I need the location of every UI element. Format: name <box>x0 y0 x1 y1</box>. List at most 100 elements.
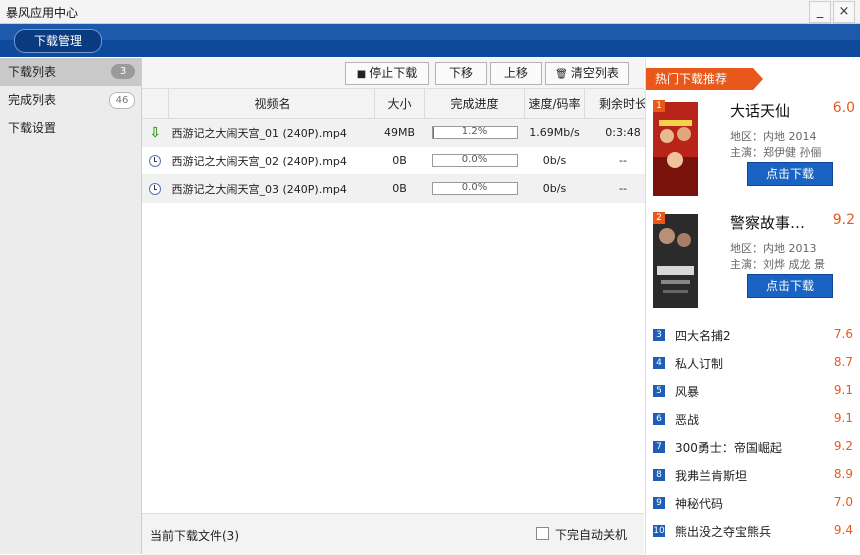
sidebar-item-label: 下载设置 <box>8 121 57 135</box>
rank-badge: 1 <box>653 100 665 112</box>
file-size: 49MB <box>374 118 425 147</box>
count-badge: 46 <box>109 92 135 109</box>
movie-title[interactable]: 风暴 <box>675 383 699 400</box>
hot-recommendations-panel: 热门下载推荐 1 大话天仙 6.0 地区：内地 2014 主演：郑伊健 孙俪 点… <box>645 58 860 554</box>
featured-score: 9.2 <box>832 212 855 228</box>
header-status <box>142 89 169 119</box>
progress-text: 0.0% <box>461 154 488 166</box>
movie-score: 8.9 <box>833 467 853 481</box>
table-row[interactable]: ⇩ 西游记之大闹天宫_01 (240P).mp4 49MB 1.2% 1.69M… <box>142 118 662 147</box>
download-speed: 1.69Mb/s <box>524 118 585 147</box>
featured-item: 2 警察故事… 9.2 地区：内地 2013 主演：刘烨 成龙 景 点击下载 <box>653 212 858 322</box>
movie-title[interactable]: 四大名捕2 <box>675 327 731 344</box>
list-item[interactable]: 9 神秘代码 7.0 <box>653 494 856 514</box>
trash-icon: 🗑 <box>555 69 568 80</box>
minimize-button[interactable]: _ <box>809 1 831 23</box>
featured-title[interactable]: 大话天仙 <box>730 100 790 121</box>
close-button[interactable]: × <box>833 1 855 23</box>
rank-badge: 5 <box>653 385 665 397</box>
sidebar-item-label: 下载列表 <box>8 65 57 79</box>
movie-score: 8.7 <box>833 355 853 369</box>
download-speed: 0b/s <box>524 174 585 203</box>
sidebar: 下载列表 3 完成列表 46 下载设置 <box>0 58 142 554</box>
rank-badge: 4 <box>653 357 665 369</box>
header-progress[interactable]: 完成进度 <box>424 89 525 119</box>
move-up-button[interactable]: 上移 <box>490 62 542 85</box>
stop-download-button[interactable]: ■ 停止下载 <box>345 62 429 85</box>
file-name: 西游记之大闹天宫_03 (240P).mp4 <box>168 174 375 203</box>
list-item[interactable]: 10 熊出没之夺宝熊兵 9.4 <box>653 522 856 542</box>
list-item[interactable]: 3 四大名捕2 7.6 <box>653 326 856 346</box>
featured-item: 1 大话天仙 6.0 地区：内地 2014 主演：郑伊健 孙俪 点击下载 <box>653 100 858 210</box>
tab-download-manager[interactable]: 下载管理 <box>14 29 102 53</box>
progress-bar: 1.2% <box>431 126 518 140</box>
list-item[interactable]: 7 300勇士：帝国崛起 9.2 <box>653 438 856 458</box>
rank-badge: 8 <box>653 469 665 481</box>
sidebar-item-label: 完成列表 <box>8 93 57 107</box>
featured-title[interactable]: 警察故事… <box>730 212 805 233</box>
sidebar-item-download-list[interactable]: 下载列表 3 <box>0 58 141 86</box>
download-arrow-icon: ⇩ <box>149 124 162 141</box>
clear-list-label: 清空列表 <box>570 66 619 80</box>
file-size: 0B <box>374 174 425 203</box>
table-row[interactable]: 西游记之大闹天宫_02 (240P).mp4 0B 0.0% 0b/s -- <box>142 146 662 175</box>
header-speed[interactable]: 速度/码率 <box>524 89 585 119</box>
rank-badge: 2 <box>653 212 665 224</box>
table-header-row: 视频名 大小 完成进度 速度/码率 剩余时长 <box>142 89 662 119</box>
download-button[interactable]: 点击下载 <box>747 162 833 186</box>
table-row[interactable]: 西游记之大闹天宫_03 (240P).mp4 0B 0.0% 0b/s -- <box>142 174 662 203</box>
featured-cast: 主演：郑伊健 孙俪 <box>730 146 822 159</box>
progress-bar: 0.0% <box>431 182 518 196</box>
movie-score: 7.0 <box>833 495 853 509</box>
movie-title[interactable]: 私人订制 <box>675 355 723 372</box>
stop-download-label: 停止下载 <box>369 66 418 80</box>
progress-text: 1.2% <box>461 126 488 138</box>
download-table: 视频名 大小 完成进度 速度/码率 剩余时长 ⇩ 西游记之大闹天宫_01 (24… <box>142 89 662 203</box>
movie-title[interactable]: 我弗兰肯斯坦 <box>675 467 747 484</box>
move-down-button[interactable]: 下移 <box>435 62 487 85</box>
hot-title: 热门下载推荐 <box>646 68 763 90</box>
count-badge: 3 <box>111 64 135 79</box>
clear-list-button[interactable]: 🗑 清空列表 <box>545 62 629 85</box>
movie-poster[interactable] <box>653 214 698 308</box>
rank-badge: 6 <box>653 413 665 425</box>
rank-badge: 9 <box>653 497 665 509</box>
list-item[interactable]: 6 恶战 9.1 <box>653 410 856 430</box>
file-name: 西游记之大闹天宫_01 (240P).mp4 <box>168 118 375 147</box>
clock-icon <box>149 155 162 167</box>
list-item[interactable]: 5 风暴 9.1 <box>653 382 856 402</box>
progress-bar: 0.0% <box>431 154 518 168</box>
rank-badge: 7 <box>653 441 665 453</box>
current-download-count: 当前下载文件(3) <box>150 529 239 543</box>
sidebar-item-download-settings[interactable]: 下载设置 <box>0 114 141 142</box>
download-speed: 0b/s <box>524 146 585 175</box>
header-size[interactable]: 大小 <box>374 89 425 119</box>
list-item[interactable]: 8 我弗兰肯斯坦 8.9 <box>653 466 856 486</box>
movie-title[interactable]: 恶战 <box>675 411 699 428</box>
stop-icon: ■ <box>356 69 367 80</box>
header-name[interactable]: 视频名 <box>168 89 375 119</box>
featured-region: 地区：内地 2013 <box>730 242 817 255</box>
movie-poster[interactable] <box>653 102 698 196</box>
movie-score: 9.1 <box>833 411 853 425</box>
movie-score: 9.2 <box>833 439 853 453</box>
download-button[interactable]: 点击下载 <box>747 274 833 298</box>
featured-region: 地区：内地 2014 <box>730 130 817 143</box>
auto-shutdown-label[interactable]: 下完自动关机 <box>555 526 627 543</box>
featured-cast: 主演：刘烨 成龙 景 <box>730 258 825 271</box>
window-title: 暴风应用中心 <box>6 6 79 20</box>
movie-title[interactable]: 熊出没之夺宝熊兵 <box>675 523 771 540</box>
rank-badge: 10 <box>653 525 665 537</box>
auto-shutdown-checkbox[interactable] <box>536 527 549 540</box>
title-bar: 暴风应用中心 _ × <box>0 0 860 24</box>
movie-title[interactable]: 神秘代码 <box>675 495 723 512</box>
clock-icon <box>149 183 162 195</box>
file-size: 0B <box>374 146 425 175</box>
file-name: 西游记之大闹天宫_02 (240P).mp4 <box>168 146 375 175</box>
movie-score: 7.6 <box>833 327 853 341</box>
movie-score: 9.4 <box>833 523 853 537</box>
movie-title[interactable]: 300勇士：帝国崛起 <box>675 439 782 456</box>
list-item[interactable]: 4 私人订制 8.7 <box>653 354 856 374</box>
sidebar-item-completed-list[interactable]: 完成列表 46 <box>0 86 141 114</box>
header-bar <box>0 24 860 57</box>
